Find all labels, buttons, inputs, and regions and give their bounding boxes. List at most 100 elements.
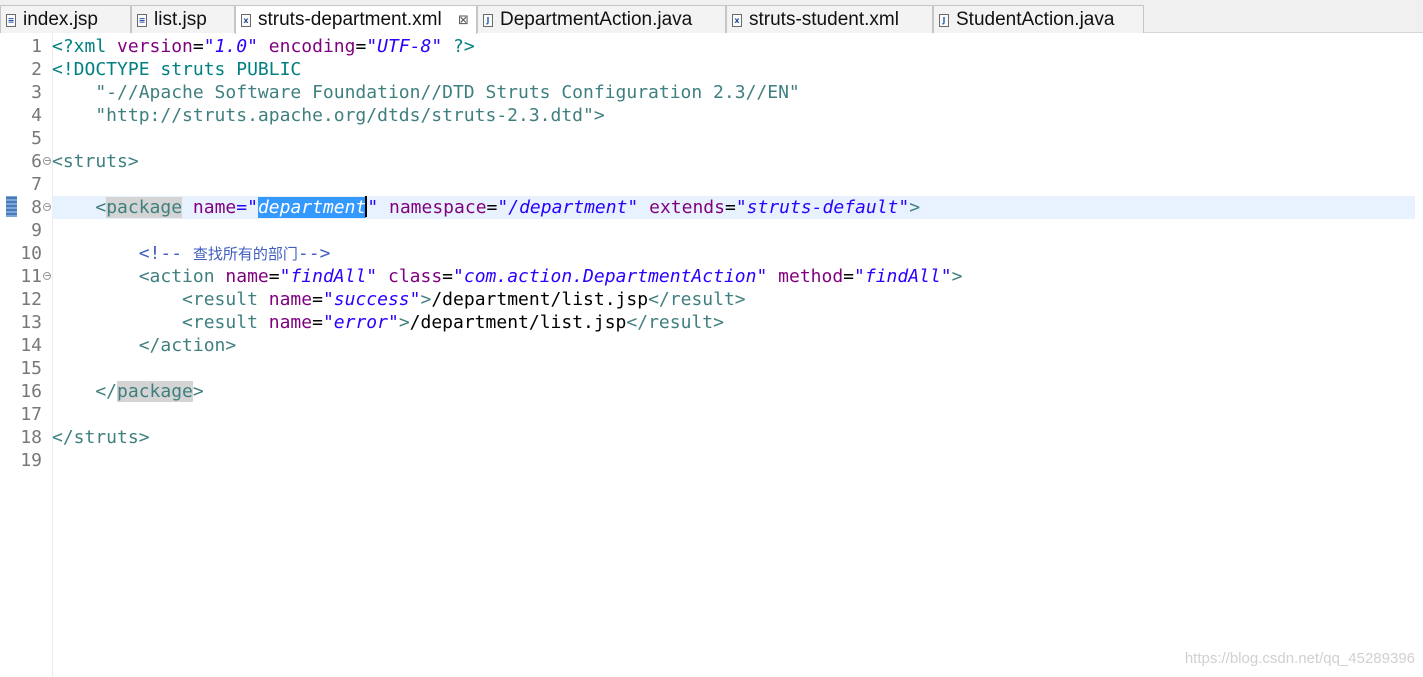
line-number: 4: [31, 105, 42, 126]
code-line: </struts>: [52, 426, 1423, 449]
attr-value: "findAll": [854, 266, 952, 287]
tab-department-action-java[interactable]: J DepartmentAction.java: [477, 5, 726, 33]
action-open-tag: <action: [52, 266, 226, 287]
equals: =: [312, 289, 323, 310]
line-number: 7: [31, 174, 42, 195]
line-number: 3: [31, 82, 42, 103]
xml-file-icon: x: [241, 14, 251, 27]
current-code-line: <package name="department" namespace="/d…: [52, 196, 1415, 219]
attr-name: method: [778, 266, 844, 287]
code-line: "http://struts.apache.org/dtds/struts-2.…: [52, 104, 1423, 127]
doctype-system-id: "http://struts.apache.org/dtds/struts-2.…: [52, 105, 605, 126]
xml-file-icon: x: [732, 14, 742, 27]
code-line: <!DOCTYPE struts PUBLIC: [52, 58, 1423, 81]
tag-close: >: [398, 312, 410, 333]
tag-open: </: [52, 381, 118, 402]
code-line: <!-- 查找所有的部门-->: [52, 242, 1423, 265]
tag-open: <: [52, 197, 107, 218]
line-number: 19: [20, 450, 42, 471]
line-number: 17: [20, 404, 42, 425]
attr-value: "com.action.DepartmentAction": [453, 266, 768, 287]
attr-value: "findAll": [279, 266, 378, 287]
line-number: 16: [20, 381, 42, 402]
equals: =: [843, 266, 855, 287]
tab-list-jsp[interactable]: ≡ list.jsp: [131, 5, 235, 33]
attr-name: name: [192, 197, 237, 218]
editor-tab-bar: ≡ index.jsp ≡ list.jsp x struts-departme…: [0, 0, 1423, 34]
tab-struts-student-xml[interactable]: x struts-student.xml: [726, 5, 933, 33]
watermark: https://blog.csdn.net/qq_45289396: [1184, 650, 1415, 667]
attr-value: "UTF-8": [366, 36, 443, 57]
equals: =: [355, 36, 367, 57]
struts-close-tag: </struts>: [52, 427, 150, 448]
result-open-tag: <result: [52, 289, 269, 310]
attr-value: "error": [322, 312, 399, 333]
code-line: <result name="success">/department/list.…: [52, 288, 1423, 311]
tab-label: DepartmentAction.java: [500, 9, 693, 30]
fold-toggle-icon[interactable]: −: [43, 157, 51, 165]
tab-struts-department-xml[interactable]: x struts-department.xml ⊠: [235, 5, 477, 34]
line-number: 8: [31, 197, 42, 218]
attr-value: "/department": [497, 197, 639, 218]
doctype: <!DOCTYPE struts PUBLIC: [52, 59, 302, 80]
equals-quote: =": [236, 197, 258, 218]
tab-label: struts-student.xml: [749, 9, 899, 30]
attr-name: name: [268, 312, 313, 333]
code-text-area[interactable]: <?xml version="1.0" encoding="UTF-8" ?> …: [52, 33, 1423, 677]
tab-index-jsp[interactable]: ≡ index.jsp: [0, 5, 131, 33]
code-line: "-//Apache Software Foundation//DTD Stru…: [52, 81, 1423, 104]
action-close-tag: </action>: [52, 335, 237, 356]
equals: =: [442, 266, 454, 287]
tag-close: >: [420, 289, 432, 310]
tag-close: >: [909, 197, 921, 218]
result-open-tag: <result: [52, 312, 269, 333]
tag-close: >: [951, 266, 963, 287]
equals: =: [268, 266, 280, 287]
line-number: 18: [20, 427, 42, 448]
comment-start: <!--: [52, 243, 193, 264]
code-line: <struts>: [52, 150, 1423, 173]
code-line: <?xml version="1.0" encoding="UTF-8" ?>: [52, 35, 1423, 58]
equals: =: [192, 36, 204, 57]
line-number: 13: [20, 312, 42, 333]
package-tag-name: package: [106, 197, 183, 218]
tab-student-action-java[interactable]: J StudentAction.java: [933, 5, 1144, 33]
element-text: /department/list.jsp: [409, 312, 627, 333]
line-number: 11: [20, 266, 42, 287]
tab-label: StudentAction.java: [956, 9, 1115, 30]
equals: =: [312, 312, 323, 333]
line-number: 1: [31, 36, 42, 57]
result-close-tag: </result>: [626, 312, 724, 333]
code-line: <result name="error">/department/list.js…: [52, 311, 1423, 334]
line-number: 6: [31, 151, 42, 172]
xml-declaration-end: ?>: [442, 36, 475, 57]
line-number: 15: [20, 358, 42, 379]
struts-open-tag: <struts>: [52, 151, 139, 172]
annotation-ruler: [0, 33, 19, 677]
comment-text: 查找所有的部门: [192, 245, 298, 263]
xml-editor[interactable]: 1 2 3 4 5 6 − 7 8 − 9 10 11 − 12 13 14 1…: [0, 33, 1423, 677]
vertical-scrollbar[interactable]: [1415, 33, 1423, 677]
occurrence-marker: [6, 196, 17, 217]
tab-label: index.jsp: [23, 9, 98, 30]
attr-name: version: [117, 36, 193, 57]
line-number: 2: [31, 59, 42, 80]
attr-name: encoding: [268, 36, 356, 57]
line-number: 14: [20, 335, 42, 356]
equals: =: [724, 197, 736, 218]
result-close-tag: </result>: [648, 289, 746, 310]
attr-value: "1.0": [203, 36, 258, 57]
package-tag-name: package: [117, 381, 193, 402]
code-line: <action name="findAll" class="com.action…: [52, 265, 1423, 288]
fold-toggle-icon[interactable]: −: [43, 203, 51, 211]
code-line: </action>: [52, 334, 1423, 357]
tab-label: list.jsp: [154, 9, 207, 30]
code-line: </package>: [52, 380, 1423, 403]
close-icon[interactable]: ⊠: [458, 7, 469, 34]
fold-toggle-icon[interactable]: −: [43, 272, 51, 280]
equals: =: [486, 197, 498, 218]
selected-text[interactable]: department: [257, 197, 367, 218]
